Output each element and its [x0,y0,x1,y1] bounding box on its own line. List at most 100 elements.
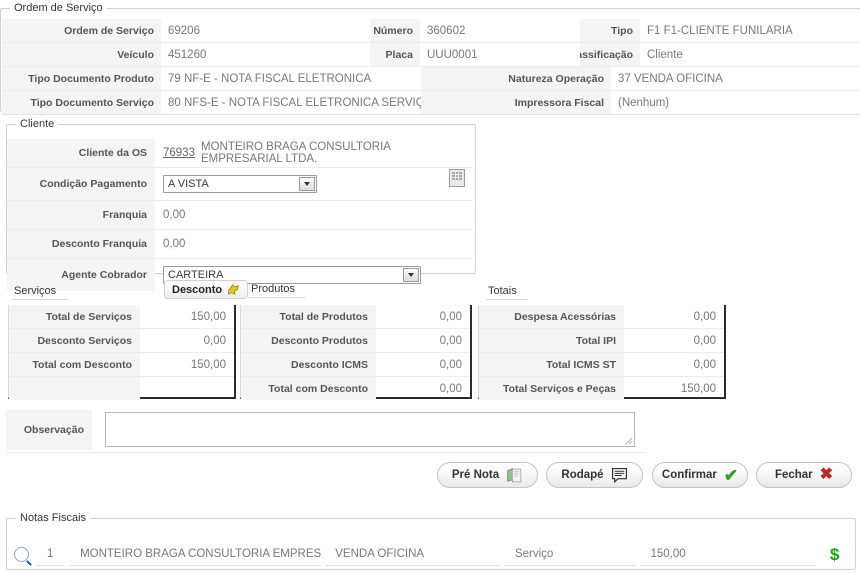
row-value-desconto-icms[interactable]: 0,00 [376,353,470,376]
row-label-total-de-produtos: Total de Produtos [241,305,376,328]
row-value-total-com-desconto[interactable]: 150,00 [140,353,234,376]
row-label-total-com-desconto-produtos: Total com Desconto [241,377,376,400]
field-label-tipo: Tipo [580,19,640,42]
row-value-total-com-desconto-produtos[interactable]: 0,00 [376,377,470,400]
field-label-placa: Placa [370,43,420,66]
cliente-code-link[interactable]: 76933 [163,147,195,159]
nf-row-numero[interactable]: 1 [36,542,65,566]
row-label-total-com-desconto: Total com Desconto [9,353,140,376]
nf-row-financeiro-button[interactable]: $ [816,542,853,566]
table-row[interactable]: 1 MONTEIRO BRAGA CONSULTORIA EMPRESARIAL… [7,541,853,567]
row-label-desconto-servicos: Desconto Serviços [9,329,140,352]
search-icon [14,546,30,562]
pre-nota-button-label: Pré Nota [451,469,500,481]
field-value-placa[interactable]: UUU0001 [420,43,580,66]
table-row: Total ICMS ST 0,00 [479,353,724,377]
cliente-legend: Cliente [16,118,59,130]
table-row: Total com Desconto 150,00 [9,353,234,377]
nf-row-tipo[interactable]: Serviço [504,542,637,566]
chevron-down-icon[interactable] [403,268,419,282]
row-label-total-de-servicos: Total de Serviços [9,305,140,328]
field-row-condicao-pagamento: Condição Pagamento A VISTA [7,168,473,201]
field-value-tipo-documento-produto[interactable]: 79 NF-E - NOTA FISCAL ELETRONICA [161,67,421,90]
notas-fiscais-group: Notas Fiscais 1 MONTEIRO BRAGA CONSULTOR… [6,512,856,570]
produtos-panel: Total de Produtos 0,00 Desconto Produtos… [240,305,472,400]
calculator-button[interactable] [449,169,465,187]
calculator-icon [449,169,465,187]
field-label-impressora-fiscal: Impressora Fiscal [421,91,611,114]
table-row: Total de Serviços 150,00 [9,305,234,329]
cliente-name-text: MONTEIRO BRAGA CONSULTORIA EMPRESARIAL L… [200,141,391,165]
field-value-ordem-de-servico[interactable]: 69206 [161,19,370,42]
field-value-classificacao[interactable]: Cliente [640,43,850,66]
field-label-tipo-documento-produto: Tipo Documento Produto [2,67,161,90]
row-value-despesa-acessorias[interactable]: 0,00 [624,305,724,328]
field-value-condicao-pagamento: A VISTA [155,168,473,200]
servicos-panel: Total de Serviços 150,00 Desconto Serviç… [8,305,236,400]
table-row: Tipo Documento Produto 79 NF-E - NOTA FI… [2,67,860,91]
cliente-group: Cliente Cliente da OS 76933 MONTEIRO BRA… [6,118,476,291]
field-row-franquia: Franquia 0,00 [7,201,473,230]
field-value-natureza-operacao[interactable]: 37 VENDA OFICINA [611,67,821,90]
table-row: Total Serviços e Peças 150,00 [479,377,724,400]
condicao-pagamento-selected-value: A VISTA [168,178,209,190]
close-icon: ✖ [819,466,834,483]
confirmar-button-label: Confirmar [661,469,717,481]
field-value-desconto-franquia[interactable]: 0,00 [155,230,473,258]
observacao-textarea[interactable] [105,412,635,447]
row-spacer [850,19,860,42]
field-label-veiculo: Veículo [2,43,161,66]
field-value-impressora-fiscal[interactable]: (Nenhum) [611,91,821,114]
table-row-empty [9,377,234,400]
table-row: Total IPI 0,00 [479,329,724,353]
field-label-desconto-franquia: Desconto Franquia [7,230,155,258]
row-value-total-de-servicos[interactable]: 150,00 [140,305,234,328]
pre-nota-button[interactable]: Pré Nota [437,462,538,488]
field-value-tipo[interactable]: F1 F1-CLIENTE FUNILARIA [640,19,850,42]
field-row-cliente-da-os: Cliente da OS 76933 MONTEIRO BRAGA CONSU… [7,139,473,168]
servicos-legend: Serviços [14,285,57,297]
desconto-button-label: Desconto [172,283,223,296]
field-value-franquia[interactable]: 0,00 [155,201,473,229]
field-row-desconto-franquia: Desconto Franquia 0,00 [7,230,473,259]
desconto-button[interactable]: Desconto [164,280,249,299]
produtos-legend-underline [249,297,305,298]
row-value-total-de-produtos[interactable]: 0,00 [376,305,470,328]
dollar-icon: $ [829,544,840,564]
discount-tag-icon [228,284,239,295]
field-label-ordem-de-servico: Ordem de Serviço [2,19,161,42]
ordem-de-servico-legend: Ordem de Serviço [10,2,107,14]
servicos-legend-underline [12,299,68,300]
totais-legend-underline [486,299,528,300]
table-row: Desconto Produtos 0,00 [241,329,470,353]
row-value-desconto-produtos[interactable]: 0,00 [376,329,470,352]
nf-row-valor[interactable]: 150,00 [640,542,817,566]
field-value-veiculo[interactable]: 451260 [161,43,370,66]
table-row: Veículo 451260 Placa UUU0001 Classificaç… [2,43,860,67]
table-row: Ordem de Serviço 69206 Número 360602 Tip… [2,19,860,43]
nf-row-search-button[interactable] [7,542,36,566]
condicao-pagamento-select[interactable]: A VISTA [163,175,317,193]
row-value-total-icms-st[interactable]: 0,00 [624,353,724,376]
chevron-down-icon[interactable] [299,177,315,191]
table-row: Desconto Serviços 0,00 [9,329,234,353]
pre-nota-icon [507,467,522,482]
row-value-total-servicos-e-pecas[interactable]: 150,00 [624,377,724,400]
fechar-button[interactable]: Fechar ✖ [756,462,852,488]
rodape-button[interactable]: Rodapé [546,462,643,488]
row-value-total-ipi[interactable]: 0,00 [624,329,724,352]
row-spacer [821,91,860,114]
notas-fiscais-legend: Notas Fiscais [16,512,91,524]
table-row: Tipo Documento Serviço 80 NFS-E - NOTA F… [2,91,860,115]
nf-row-natureza[interactable]: VENDA OFICINA [325,542,501,566]
row-value-desconto-servicos[interactable]: 0,00 [140,329,234,352]
observacao-divider [6,452,646,453]
nf-row-cliente[interactable]: MONTEIRO BRAGA CONSULTORIA EMPRESARIAL L… [70,542,322,566]
resize-grip-icon[interactable] [625,437,633,445]
row-spacer [850,43,860,66]
field-label-observacao: Observação [6,410,92,450]
totais-panel: Despesa Acessórias 0,00 Total IPI 0,00 T… [478,305,726,400]
field-value-tipo-documento-servico[interactable]: 80 NFS-E - NOTA FISCAL ELETRONICA SERVIÇ… [161,91,421,114]
confirmar-button[interactable]: Confirmar ✔ [652,462,748,488]
field-value-numero[interactable]: 360602 [420,19,580,42]
